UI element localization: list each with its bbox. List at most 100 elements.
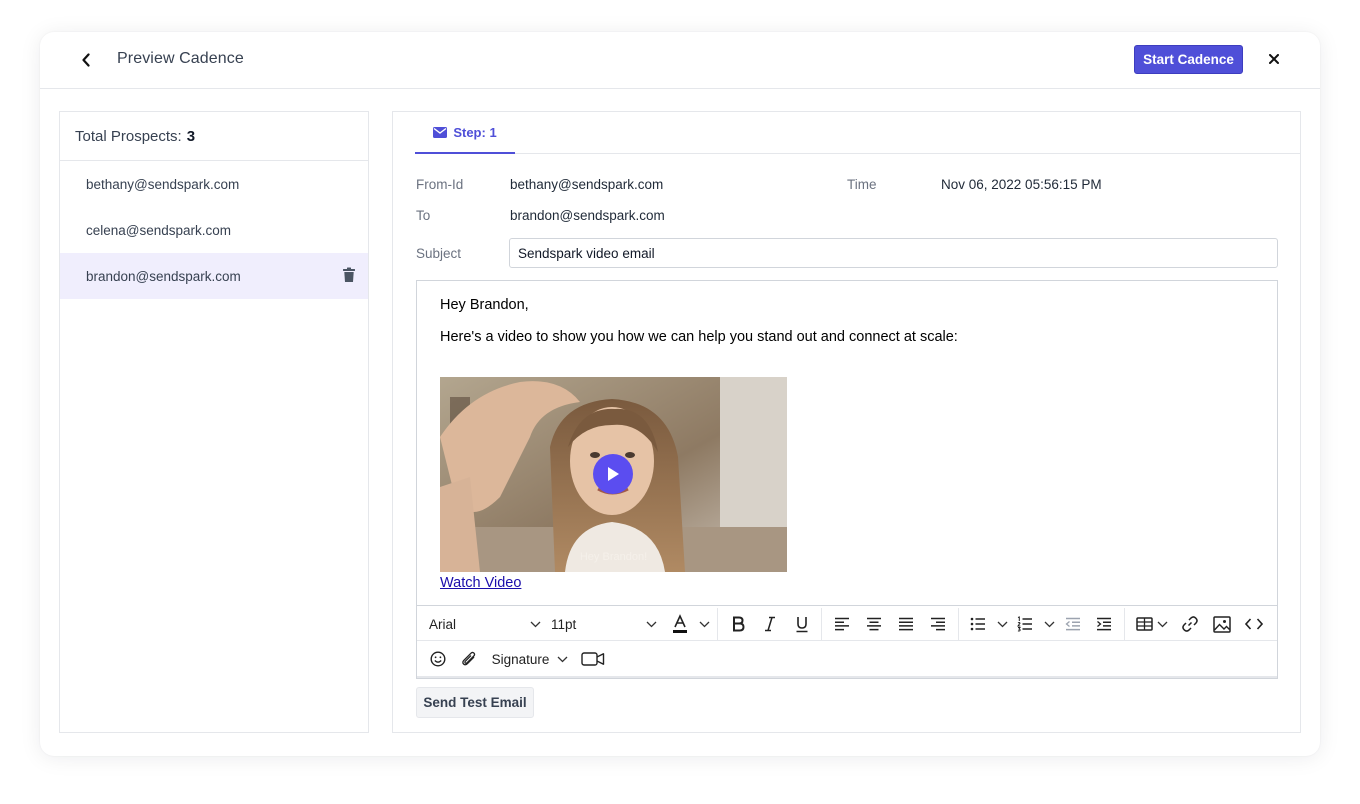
chevron-down-icon: [557, 656, 568, 662]
numbered-list-dropdown[interactable]: [1042, 610, 1056, 638]
step-panel: Step: 1 From-Id bethany@sendspark.com Ti…: [392, 111, 1301, 733]
start-cadence-button[interactable]: Start Cadence: [1134, 45, 1243, 74]
signature-label: Signature: [491, 651, 550, 667]
bold-icon: [733, 616, 745, 632]
play-button[interactable]: [593, 454, 633, 494]
envelope-icon: [433, 126, 448, 138]
close-icon: [1269, 54, 1279, 64]
indent-icon: [1097, 617, 1111, 631]
align-left-icon: [835, 617, 849, 631]
to-value: brandon@sendspark.com: [510, 208, 665, 223]
prospect-item[interactable]: bethany@sendspark.com: [60, 161, 368, 207]
email-editor: Hey Brandon, Here's a video to show you …: [416, 280, 1278, 679]
prospect-email: brandon@sendspark.com: [86, 269, 241, 284]
align-center-icon: [867, 617, 881, 631]
from-value: bethany@sendspark.com: [510, 177, 664, 192]
subject-label: Subject: [416, 246, 462, 261]
video-caption: Hey Brandon!: [579, 551, 648, 563]
insert-toolbar: Signature: [417, 641, 1277, 678]
table-icon: [1136, 617, 1153, 631]
insert-image-button[interactable]: [1210, 610, 1234, 638]
toolbar-divider: [958, 608, 959, 640]
signature-dropdown[interactable]: Signature: [489, 647, 571, 671]
from-label: From-Id: [416, 177, 464, 192]
align-justify-icon: [899, 617, 913, 631]
chevron-down-icon: [646, 621, 657, 627]
back-button[interactable]: [76, 49, 96, 71]
close-button[interactable]: [1265, 50, 1283, 68]
step-tabs: Step: 1: [415, 112, 1300, 154]
prospect-email: celena@sendspark.com: [86, 223, 232, 238]
font-size-value: 11pt: [551, 616, 577, 632]
page-title: Preview Cadence: [117, 50, 244, 67]
text-color-button[interactable]: [669, 610, 691, 638]
video-thumbnail[interactable]: Hey Brandon!: [440, 377, 787, 572]
chevron-down-icon: [1044, 621, 1054, 627]
time-label: Time: [847, 177, 877, 192]
image-icon: [1213, 615, 1231, 633]
chevron-left-icon: [82, 53, 90, 67]
source-code-button[interactable]: [1242, 610, 1266, 638]
toolbar-divider: [821, 608, 822, 640]
align-left-button[interactable]: [829, 610, 855, 638]
prospect-email: bethany@sendspark.com: [86, 177, 240, 192]
table-button[interactable]: [1133, 610, 1171, 638]
watch-video-link[interactable]: Watch Video: [440, 575, 521, 591]
font-family-value: Arial: [429, 616, 457, 632]
formatting-toolbar: Arial 11pt: [417, 605, 1277, 641]
numbered-list-button[interactable]: [1014, 610, 1036, 638]
italic-icon: [765, 616, 775, 632]
modal-header: Preview Cadence Start Cadence: [40, 32, 1320, 89]
paperclip-icon: [462, 651, 476, 666]
numbered-list-icon: [1017, 616, 1032, 632]
text-color-icon: [673, 614, 687, 633]
prospect-item-selected[interactable]: brandon@sendspark.com: [60, 253, 368, 299]
record-video-button[interactable]: [579, 647, 607, 671]
underline-icon: [796, 616, 808, 632]
toolbar-divider: [1124, 608, 1125, 640]
code-icon: [1245, 618, 1263, 630]
align-justify-button[interactable]: [893, 610, 919, 638]
align-right-icon: [931, 617, 945, 631]
time-value: Nov 06, 2022 05:56:15 PM: [941, 177, 1102, 192]
outdent-icon: [1065, 617, 1080, 631]
subject-input[interactable]: [509, 238, 1278, 268]
toolbar-divider: [717, 608, 718, 640]
font-family-select[interactable]: Arial: [423, 610, 547, 638]
email-line: Here's a video to show you how we can he…: [440, 329, 958, 345]
total-prospects-label: Total Prospects:: [75, 128, 182, 145]
chevron-down-icon: [1157, 621, 1168, 627]
trash-icon[interactable]: [342, 267, 356, 283]
emoji-button[interactable]: [427, 647, 449, 671]
email-body[interactable]: Hey Brandon, Here's a video to show you …: [417, 281, 1277, 605]
text-color-dropdown[interactable]: [697, 610, 711, 638]
chevron-down-icon: [699, 621, 709, 627]
emoji-icon: [430, 651, 446, 667]
chevron-down-icon: [997, 621, 1007, 627]
bold-button[interactable]: [725, 610, 751, 638]
to-label: To: [416, 208, 431, 223]
indent-button[interactable]: [1093, 610, 1115, 638]
play-icon: [608, 467, 619, 481]
attach-button[interactable]: [457, 647, 481, 671]
font-size-select[interactable]: 11pt: [545, 610, 663, 638]
underline-button[interactable]: [789, 610, 815, 638]
outdent-button[interactable]: [1062, 610, 1084, 638]
link-icon: [1182, 616, 1198, 632]
tab-step-label: Step: 1: [453, 124, 497, 140]
insert-link-button[interactable]: [1178, 610, 1202, 638]
prospects-panel: Total Prospects: 3 bethany@sendspark.com …: [59, 111, 369, 733]
prospect-item[interactable]: celena@sendspark.com: [60, 207, 368, 253]
bullet-list-button[interactable]: [967, 610, 989, 638]
align-right-button[interactable]: [925, 610, 951, 638]
video-camera-icon: [581, 652, 605, 666]
tab-step-1[interactable]: Step: 1: [415, 112, 515, 154]
send-test-email-button[interactable]: Send Test Email: [416, 687, 534, 718]
total-prospects-count: 3: [186, 128, 196, 145]
chevron-down-icon: [530, 621, 541, 627]
email-greeting: Hey Brandon,: [440, 297, 529, 313]
total-prospects: Total Prospects: 3: [60, 112, 368, 161]
align-center-button[interactable]: [861, 610, 887, 638]
bullet-list-dropdown[interactable]: [995, 610, 1009, 638]
italic-button[interactable]: [757, 610, 783, 638]
